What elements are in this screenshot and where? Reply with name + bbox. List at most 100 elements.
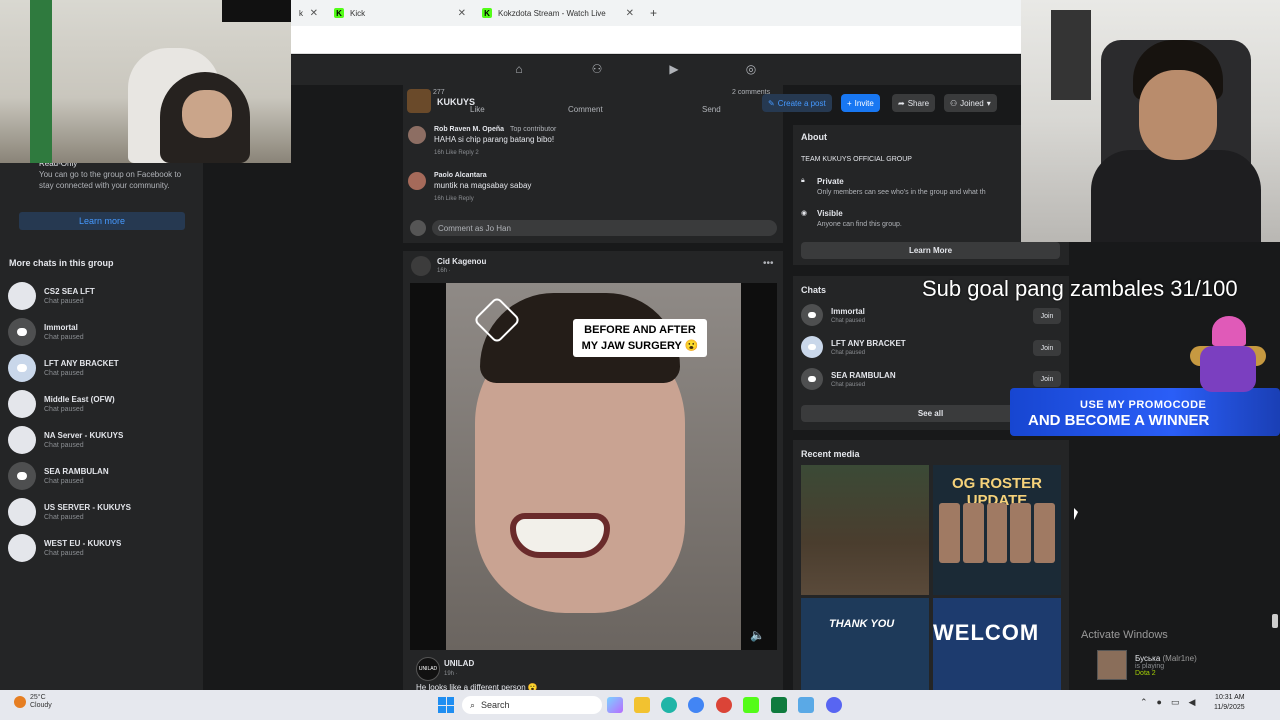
clock-date: 11/9/2025 <box>1214 704 1245 711</box>
button-label: Share <box>907 98 930 108</box>
author-avatar[interactable] <box>411 256 431 276</box>
search-icon: ⌕ <box>470 699 476 710</box>
post-time[interactable]: 16h · <box>437 268 451 274</box>
shared-time[interactable]: 19h · <box>444 671 458 677</box>
chat-status: Chat paused <box>44 514 84 521</box>
address-bar[interactable] <box>291 26 1021 54</box>
groups-icon[interactable]: ◎ <box>742 62 760 78</box>
chat-name: US SERVER - KUKUYS <box>44 503 131 512</box>
mute-icon[interactable]: 🔈 <box>750 628 765 642</box>
chevron-up-icon[interactable]: ⌃ <box>1140 697 1148 708</box>
share-button[interactable]: ➦ Share <box>892 94 936 112</box>
learn-more-button[interactable]: Learn More <box>801 242 1060 259</box>
shared-author[interactable]: UNILAD <box>444 659 474 668</box>
volume-icon[interactable]: ◀ <box>1189 697 1196 708</box>
friends-icon[interactable]: ⚇ <box>588 62 606 78</box>
caption-line: MY JAW SURGERY 😮 <box>581 340 699 352</box>
kick-icon: K <box>334 8 344 18</box>
join-button[interactable]: Join <box>1033 308 1061 324</box>
avatar[interactable] <box>408 172 426 190</box>
edge-icon[interactable] <box>661 697 677 713</box>
home-icon[interactable]: ⌂ <box>510 62 528 78</box>
close-icon[interactable]: ✕ <box>626 8 634 19</box>
file-explorer-icon[interactable] <box>634 697 650 713</box>
chat-item[interactable]: US SERVER - KUKUYS Chat paused <box>8 494 198 530</box>
spotify-icon[interactable] <box>771 697 787 713</box>
media-thumbnail[interactable]: OG ROSTER UPDATE <box>933 465 1061 595</box>
mic-icon[interactable]: ● <box>1157 697 1162 708</box>
steam-user: Буська <box>1135 653 1161 663</box>
browser-tab-kick[interactable]: K Kick ✕ <box>326 0 474 26</box>
taskbar-clock[interactable]: 10:31 AM 11/9/2025 <box>1214 693 1245 713</box>
comment-meta[interactable]: 16h Like Reply <box>434 150 474 156</box>
chat-avatar <box>8 426 36 454</box>
people-icon: ⚇ <box>950 98 958 108</box>
thumbnail-header: THANK YOU <box>829 618 895 630</box>
video-caption: BEFORE AND AFTER MY JAW SURGERY 😮 <box>573 319 707 357</box>
like-button[interactable]: Like <box>470 105 485 114</box>
tab-label: k <box>299 8 303 18</box>
avatar[interactable] <box>408 126 426 144</box>
commenter-name[interactable]: Paolo Alcantara <box>434 172 531 179</box>
chat-name: Immortal <box>44 323 78 332</box>
chrome-icon[interactable] <box>688 697 704 713</box>
obs-icon[interactable] <box>743 697 759 713</box>
group-avatar[interactable] <box>407 89 431 113</box>
browser-tab[interactable]: k ✕ <box>291 0 326 26</box>
chat-item[interactable]: WEST EU - KUKUYS Chat paused <box>8 530 198 566</box>
join-button[interactable]: Join <box>1033 371 1061 387</box>
create-post-button[interactable]: ✎ Create a post <box>762 94 832 112</box>
browser-tab-kokzdota[interactable]: K Kokzdota Stream - Watch Live ✕ <box>474 0 642 26</box>
button-label: Invite <box>854 98 874 108</box>
learn-more-button[interactable]: Learn more <box>19 212 185 230</box>
chat-item[interactable]: Middle East (OFW) Chat paused <box>8 386 198 422</box>
comment-button[interactable]: Comment <box>568 105 603 114</box>
post-author[interactable]: Cid Kagenou <box>437 257 486 266</box>
chat-item[interactable]: NA Server - KUKUYS Chat paused <box>8 422 198 458</box>
video-player[interactable]: BEFORE AND AFTER MY JAW SURGERY 😮 🔈 <box>410 283 777 650</box>
chrome-profile-icon[interactable] <box>716 697 732 713</box>
weather-widget[interactable]: 25°C Cloudy <box>14 694 52 710</box>
new-tab-button[interactable]: + <box>642 6 665 20</box>
chat-item[interactable]: Immortal Chat paused <box>8 314 198 350</box>
top-contributor-badge: Top contributor <box>510 126 557 133</box>
chat-item[interactable]: Immortal Chat paused <box>801 304 1066 326</box>
chat-avatar <box>8 282 36 310</box>
commenter-name[interactable]: Rob Raven M. Opeña <box>434 126 504 133</box>
chat-bubble-icon <box>808 344 816 350</box>
comment-meta[interactable]: 16h Like Reply <box>434 196 531 202</box>
chat-item[interactable]: LFT ANY BRACKET Chat paused <box>8 350 198 386</box>
comment-input[interactable]: Comment as Jo Han <box>432 220 777 236</box>
network-icon[interactable]: ▭ <box>1171 697 1180 708</box>
close-icon[interactable]: ✕ <box>310 8 318 19</box>
close-icon[interactable]: ✕ <box>458 8 466 19</box>
chat-status: Chat paused <box>831 381 866 388</box>
taskbar-search[interactable]: ⌕ Search <box>462 696 602 714</box>
reaction-count[interactable]: 277 <box>433 89 445 96</box>
joined-button[interactable]: ⚇ Joined ▾ <box>944 94 997 112</box>
send-button[interactable]: Send <box>702 105 721 114</box>
discord-icon[interactable] <box>826 697 842 713</box>
media-thumbnail[interactable] <box>801 465 929 595</box>
media-thumbnail[interactable]: THANK YOU <box>801 598 929 690</box>
scrollbar[interactable] <box>1272 614 1278 628</box>
steam-notification[interactable]: Буська (Malr1ne) is playing Dota 2 <box>1097 647 1277 683</box>
activate-windows-watermark: Activate Windows <box>1081 629 1168 641</box>
plus-icon: + <box>847 98 852 108</box>
invite-button[interactable]: + Invite <box>841 94 880 112</box>
chat-avatar <box>8 354 36 382</box>
chevron-down-icon: ▾ <box>986 98 991 108</box>
chat-item[interactable]: LFT ANY BRACKET Chat paused <box>801 336 1066 358</box>
windows-start-icon[interactable] <box>438 697 454 713</box>
chat-item[interactable]: SEA RAMBULAN Chat paused <box>8 458 198 494</box>
video-icon[interactable]: ▶ <box>665 62 683 78</box>
chat-item[interactable]: CS2 SEA LFT Chat paused <box>8 278 198 314</box>
copilot-icon[interactable] <box>607 697 623 713</box>
chat-item[interactable]: SEA RAMBULAN Chat paused <box>801 368 1066 390</box>
shared-author-avatar[interactable]: UNILAD <box>416 657 440 681</box>
steam-status: is playing <box>1135 662 1165 670</box>
media-thumbnail[interactable]: WELCOM <box>933 598 1061 690</box>
more-options-icon[interactable]: ••• <box>763 258 774 269</box>
join-button[interactable]: Join <box>1033 340 1061 356</box>
app-icon[interactable] <box>798 697 814 713</box>
